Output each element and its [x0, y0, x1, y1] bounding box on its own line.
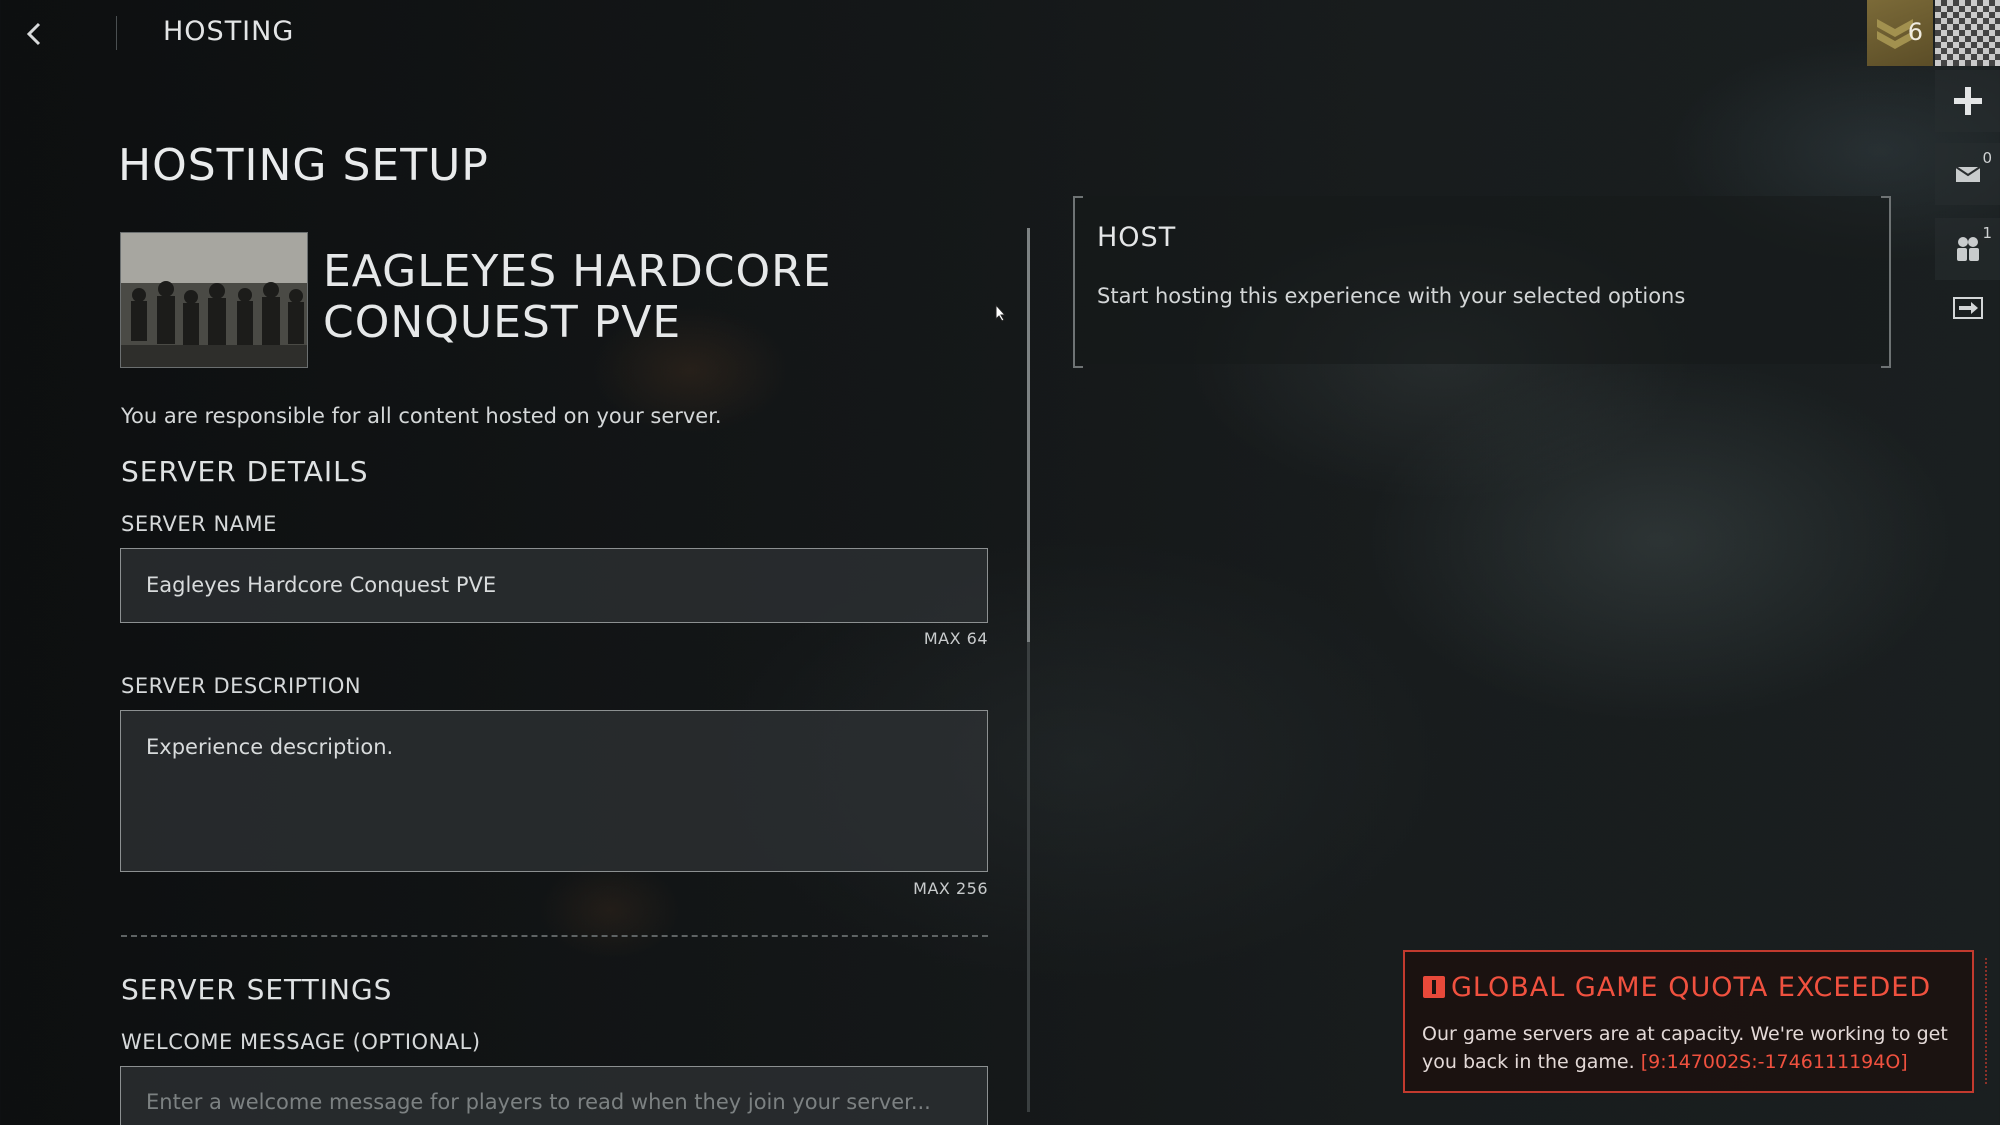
server-description-input[interactable]: Experience description. — [120, 710, 988, 872]
exit-button[interactable] — [1935, 277, 2000, 339]
server-settings-heading: SERVER SETTINGS — [121, 973, 393, 1006]
server-name-input[interactable]: Eagleyes Hardcore Conquest PVE — [120, 548, 988, 623]
rank-number: 6 — [1907, 18, 1923, 46]
toast-error-code: [9:147002S:-1746111194O] — [1640, 1051, 1908, 1073]
scrollbar-thumb[interactable] — [1027, 228, 1030, 642]
server-name-max-hint: MAX 64 — [923, 629, 988, 648]
top-bar: HOSTING — [0, 0, 1860, 68]
experience-thumbnail — [120, 232, 308, 368]
alert-icon — [1423, 976, 1445, 998]
plus-icon — [1953, 87, 1982, 115]
server-description-max-hint: MAX 256 — [913, 879, 988, 898]
toast-edge-decoration — [1985, 958, 1989, 1084]
host-button[interactable]: HOST Start hosting this experience with … — [1073, 196, 1891, 368]
server-description-label: SERVER DESCRIPTION — [121, 674, 362, 698]
back-button[interactable] — [14, 14, 54, 54]
server-name-label: SERVER NAME — [121, 512, 277, 536]
messages-count: 0 — [1982, 149, 1992, 167]
add-button[interactable] — [1935, 70, 2000, 132]
players-icon — [1956, 237, 1979, 261]
squad-button[interactable]: 1 — [1935, 218, 2000, 280]
chevron-left-icon — [26, 22, 41, 46]
squad-count: 1 — [1982, 224, 1992, 242]
topbar-divider — [116, 16, 117, 50]
avatar[interactable] — [1935, 0, 2000, 66]
section-divider — [121, 935, 988, 937]
card-bracket-left — [1073, 196, 1083, 368]
toast-title: GLOBAL GAME QUOTA EXCEEDED — [1451, 972, 1932, 1003]
toast-body: Our game servers are at capacity. We're … — [1422, 1020, 1962, 1076]
page-title: HOSTING SETUP — [118, 140, 489, 191]
experience-title: EAGLEYES HARDCORE CONQUEST PVE — [323, 246, 832, 348]
disclaimer-text: You are responsible for all content host… — [121, 404, 722, 428]
welcome-message-label: WELCOME MESSAGE (OPTIONAL) — [121, 1030, 481, 1054]
welcome-message-input[interactable]: Enter a welcome message for players to r… — [120, 1066, 988, 1125]
card-bracket-right — [1881, 196, 1891, 368]
messages-button[interactable]: 0 — [1935, 143, 2000, 205]
error-toast[interactable]: GLOBAL GAME QUOTA EXCEEDED Our game serv… — [1403, 950, 1974, 1093]
mouse-cursor-icon — [995, 304, 1007, 322]
envelope-icon — [1954, 166, 1981, 182]
soldiers-image — [121, 233, 307, 367]
exit-icon — [1952, 297, 1983, 319]
server-details-heading: SERVER DETAILS — [121, 455, 369, 488]
rank-badge[interactable]: 6 — [1867, 0, 1933, 66]
host-title: HOST — [1097, 222, 1177, 253]
topbar-title: HOSTING — [163, 16, 295, 47]
host-description: Start hosting this experience with your … — [1097, 284, 1686, 308]
